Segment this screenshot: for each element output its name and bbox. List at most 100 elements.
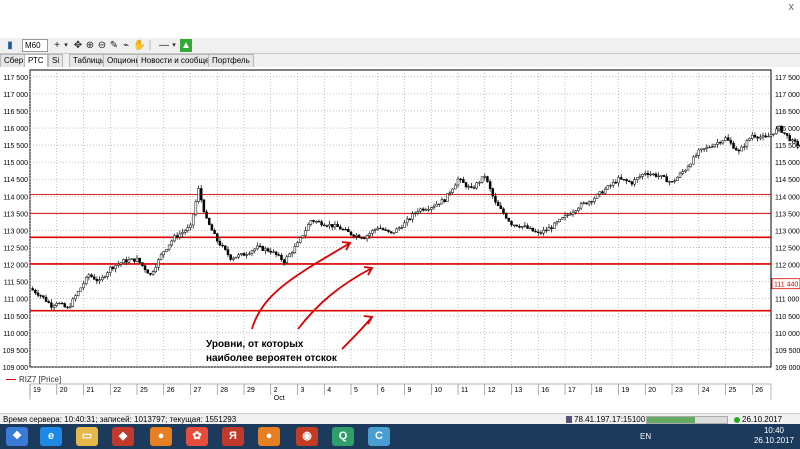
x-tick-label: 16 bbox=[541, 387, 549, 394]
chevron-down-icon[interactable]: ▾ bbox=[62, 39, 70, 52]
firefox2-icon[interactable]: ● bbox=[258, 427, 280, 446]
media-icon[interactable]: ✿ bbox=[186, 427, 208, 446]
candle-body bbox=[95, 279, 99, 282]
candle-body bbox=[716, 142, 719, 145]
candle-body bbox=[686, 166, 690, 171]
indicator-icon[interactable]: ▲ bbox=[180, 39, 192, 52]
candle-body bbox=[788, 135, 791, 142]
yandex-icon[interactable]: Я bbox=[222, 427, 244, 446]
chevron-down-icon[interactable]: ▾ bbox=[170, 39, 178, 52]
connection-icon bbox=[566, 416, 572, 423]
chrome-icon[interactable]: ◉ bbox=[296, 427, 318, 446]
y-tick-label-left: 113 500 bbox=[3, 211, 28, 218]
language-indicator[interactable]: EN bbox=[640, 432, 651, 441]
candle-body bbox=[764, 135, 767, 138]
candle-body bbox=[90, 274, 93, 277]
candle-body bbox=[617, 177, 620, 184]
quik-q-icon[interactable]: Q bbox=[332, 427, 354, 446]
line-style-icon[interactable]: — bbox=[157, 39, 171, 52]
candle-body bbox=[304, 230, 307, 236]
candle-body bbox=[331, 224, 334, 228]
close-icon[interactable]: x bbox=[789, 1, 795, 13]
firefox-icon[interactable]: ● bbox=[150, 427, 172, 446]
candle-body bbox=[606, 185, 610, 190]
candle-body bbox=[159, 254, 163, 260]
brush-icon[interactable]: ⌁ bbox=[121, 39, 131, 52]
quik-c-icon[interactable]: C bbox=[368, 427, 390, 446]
y-tick-label-right: 114 500 bbox=[775, 177, 800, 184]
candle-body bbox=[456, 178, 460, 186]
current-price-label: 111 440 bbox=[774, 282, 798, 289]
ie-icon[interactable]: e bbox=[40, 427, 62, 446]
legend-label: RIZ7 [Price] bbox=[19, 375, 62, 384]
tab-rts[interactable]: РТС bbox=[24, 54, 48, 67]
candle-body bbox=[218, 240, 222, 246]
candle-body bbox=[360, 237, 363, 239]
price-chart[interactable]: 117 500 117 500 117 000 117 000 116 500 116 5… bbox=[0, 67, 800, 400]
toolbar-divider: | bbox=[148, 40, 152, 51]
candle-body bbox=[293, 246, 297, 253]
candle-body bbox=[518, 226, 521, 228]
x-tick-label: 20 bbox=[648, 387, 656, 394]
candle-body bbox=[721, 140, 725, 144]
candle-body bbox=[232, 257, 235, 260]
x-tick-label: 9 bbox=[408, 387, 412, 394]
chart-type-icon[interactable]: ▮ bbox=[3, 39, 17, 52]
chart-canvas[interactable]: 117 500 117 500117 000 117 000116 500 116 5… bbox=[0, 67, 800, 400]
explorer-icon[interactable]: ▭ bbox=[76, 427, 98, 446]
hand-icon[interactable]: ✋ bbox=[133, 39, 145, 52]
candle-body bbox=[52, 305, 56, 308]
candle-body bbox=[424, 209, 428, 211]
candle-body bbox=[82, 283, 85, 289]
candle-body bbox=[119, 262, 123, 265]
candle-body bbox=[708, 146, 711, 149]
candle-body bbox=[352, 234, 355, 237]
candle-body bbox=[301, 235, 305, 238]
candle-body bbox=[464, 182, 468, 188]
x-tick-label: 6 bbox=[381, 387, 385, 394]
candle-body bbox=[587, 201, 591, 205]
plot-area[interactable] bbox=[29, 69, 772, 368]
pencil-icon[interactable]: ✎ bbox=[109, 39, 119, 52]
candle-body bbox=[234, 256, 238, 259]
candle-body bbox=[777, 125, 781, 130]
timeframe-select[interactable]: M60 bbox=[22, 39, 48, 52]
candle-body bbox=[248, 253, 251, 255]
candle-body bbox=[670, 181, 674, 183]
zoom-in-icon[interactable]: ⊕ bbox=[85, 39, 95, 52]
candle-body bbox=[138, 257, 141, 263]
candle-body bbox=[31, 288, 34, 291]
candle-body bbox=[553, 222, 556, 229]
candle-body bbox=[756, 136, 759, 139]
candle-body bbox=[381, 228, 385, 231]
candle-body bbox=[438, 203, 441, 206]
candle-body bbox=[60, 302, 64, 305]
candle-body bbox=[504, 213, 508, 219]
crosshair-icon[interactable]: + bbox=[52, 39, 62, 52]
candle-body bbox=[520, 226, 524, 228]
candle-body bbox=[100, 276, 104, 280]
x-tick-label: 25 bbox=[729, 387, 737, 394]
candle-body bbox=[365, 235, 369, 240]
x-tick-label: 21 bbox=[87, 387, 95, 394]
candle-body bbox=[654, 173, 658, 177]
candle-body bbox=[609, 185, 612, 187]
x-tick-label: 18 bbox=[595, 387, 603, 394]
candle-body bbox=[76, 291, 80, 296]
x-tick-label: 23 bbox=[675, 387, 683, 394]
candle-body bbox=[344, 228, 347, 231]
move-icon[interactable]: ✥ bbox=[73, 39, 83, 52]
zoom-out-icon[interactable]: ⊖ bbox=[97, 39, 107, 52]
candle-body bbox=[595, 193, 599, 199]
app-icon[interactable]: ◆ bbox=[112, 427, 134, 446]
candle-body bbox=[79, 287, 83, 292]
candle-body bbox=[748, 138, 751, 141]
clock[interactable]: 10:40 26.10.2017 bbox=[754, 426, 794, 446]
candle-body bbox=[151, 271, 155, 275]
tab-si[interactable]: Si bbox=[48, 54, 64, 67]
candle-body bbox=[528, 227, 532, 230]
y-tick-label-left: 111 000 bbox=[4, 297, 28, 304]
x-tick-label: 13 bbox=[515, 387, 523, 394]
tab-portfolio[interactable]: Портфель bbox=[208, 54, 254, 67]
start-icon[interactable]: ❖ bbox=[6, 427, 28, 446]
